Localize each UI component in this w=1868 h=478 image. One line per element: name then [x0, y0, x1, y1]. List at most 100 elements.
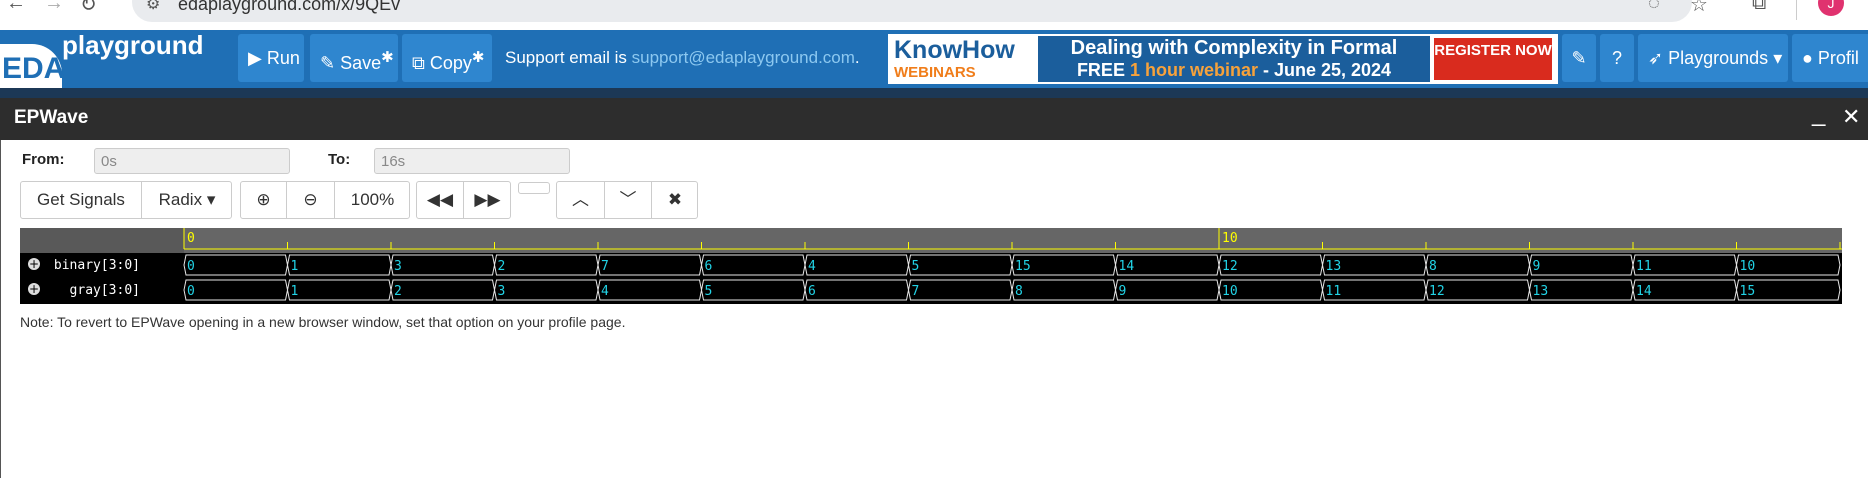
app-header: EDA playground ▶ Run ✎ Save✱ ⧉ Copy✱ Sup…: [0, 30, 1868, 88]
signal-value: 14: [1119, 259, 1135, 274]
support-text: Support email is support@edaplayground.c…: [505, 48, 860, 67]
banner-message: Dealing with Complexity in Formal FREE 1…: [1038, 36, 1430, 82]
signal-value: 10: [1222, 284, 1238, 299]
signal-value: 2: [394, 284, 402, 299]
logo-playground[interactable]: playground: [62, 30, 204, 61]
ruler-corner: [20, 228, 184, 253]
signal-value: 0: [187, 259, 195, 274]
copy-icon: ⧉: [412, 53, 425, 73]
webinar-banner[interactable]: KnowHow WEBINARS Dealing with Complexity…: [888, 34, 1558, 84]
epwave-titlebar: EPWave _ ✕: [0, 98, 1868, 140]
expand-plus-icon: +: [29, 282, 39, 296]
zoom-out-icon[interactable]: ⊖: [287, 182, 335, 218]
zoom-toolbar: ⊕ ⊖ 100%: [240, 181, 410, 219]
signal-name: gray[3:0]: [70, 283, 140, 298]
copy-label: Copy: [429, 53, 472, 73]
get-signals-button[interactable]: Get Signals: [21, 182, 142, 218]
rocket-icon: ➶: [1648, 48, 1664, 68]
logo-eda[interactable]: EDA: [0, 44, 65, 88]
extensions-icon[interactable]: ⧉: [1752, 0, 1766, 15]
divider: [1796, 0, 1797, 20]
zoom-level: 100%: [350, 190, 395, 209]
signal-toolbar: Get Signals Radix ▾: [20, 181, 232, 219]
empty-button[interactable]: [518, 182, 550, 194]
signal-value: 15: [1740, 284, 1756, 299]
browser-bar: ← → ↻ ⚙ edaplayground.com/x/9QEv ◌ ☆ ⧉ J: [0, 0, 1868, 30]
radix-button[interactable]: Radix ▾: [142, 182, 232, 218]
webinars-label: WEBINARS: [894, 64, 976, 81]
chevron-down-icon[interactable]: ﹀: [605, 182, 652, 218]
to-field[interactable]: 16s: [374, 148, 570, 174]
expand-plus-icon: +: [29, 257, 39, 271]
note-text: Note: To revert to EPWave opening in a n…: [20, 314, 626, 330]
close-icon[interactable]: ✕: [1842, 104, 1860, 130]
zoom-in-icon[interactable]: ⊕: [241, 182, 287, 218]
signal-value: 8: [1015, 284, 1023, 299]
profile-button[interactable]: ● Profil: [1792, 34, 1868, 82]
rewind-icon[interactable]: ◀◀: [417, 182, 464, 218]
register-now-button[interactable]: REGISTER NOW: [1434, 38, 1552, 80]
signal-value: 6: [808, 284, 816, 299]
help-icon[interactable]: ?: [1600, 34, 1634, 82]
signal-value: 0: [187, 284, 195, 299]
banner-line1: Dealing with Complexity in Formal: [1070, 37, 1398, 59]
to-label: To:: [328, 151, 351, 168]
signal-value: 8: [1429, 259, 1437, 274]
eye-off-icon[interactable]: ◌: [1648, 0, 1660, 15]
signal-value: 4: [808, 259, 816, 274]
back-icon[interactable]: ←: [6, 0, 26, 15]
signal-value: 3: [498, 284, 506, 299]
signal-value: 14: [1636, 284, 1652, 299]
signal-value: 11: [1636, 259, 1652, 274]
site-settings-icon[interactable]: ⚙: [146, 0, 160, 14]
signal-value: 13: [1533, 284, 1549, 299]
playgrounds-button[interactable]: ➶ Playgrounds ▾: [1638, 34, 1788, 82]
edit-icon[interactable]: ✎: [1562, 34, 1596, 82]
forward-icon[interactable]: →: [44, 0, 64, 15]
asterisk-icon: ✱: [381, 49, 394, 66]
epwave-title: EPWave: [14, 107, 89, 128]
caret-down-icon: ▾: [206, 190, 216, 209]
fast-forward-icon[interactable]: ▶▶: [464, 182, 511, 218]
signal-value: 5: [705, 284, 713, 299]
from-field[interactable]: 0s: [94, 148, 290, 174]
signal-value: 7: [601, 259, 609, 274]
signal-value: 9: [1119, 284, 1127, 299]
support-email-link[interactable]: support@edaplayground.com: [632, 48, 855, 67]
signal-value: 12: [1222, 259, 1238, 274]
signal-name: binary[3:0]: [54, 258, 140, 273]
signal-value: 11: [1326, 284, 1342, 299]
window-border: [0, 140, 1, 478]
from-label: From:: [22, 151, 65, 168]
signal-value: 1: [291, 259, 299, 274]
chevron-up-icon[interactable]: ︿: [557, 182, 605, 218]
delete-icon[interactable]: ✖: [652, 182, 698, 218]
save-button[interactable]: ✎ Save✱: [310, 34, 398, 82]
signal-value: 4: [601, 284, 609, 299]
signal-value: 9: [1533, 259, 1541, 274]
signal-value: 3: [394, 259, 402, 274]
signal-value: 2: [498, 259, 506, 274]
copy-button[interactable]: ⧉ Copy✱: [402, 34, 492, 82]
run-button[interactable]: ▶ Run: [238, 34, 304, 82]
signal-value: 10: [1740, 259, 1756, 274]
header-underlay: [0, 88, 1868, 98]
time-marker-label: 0: [187, 231, 195, 246]
signal-value: 12: [1429, 284, 1445, 299]
play-circle-icon: ▶: [248, 48, 262, 68]
user-icon: ●: [1802, 48, 1813, 68]
save-label: Save: [340, 53, 382, 73]
asterisk-icon: ✱: [471, 49, 485, 66]
reload-icon[interactable]: ↻: [80, 0, 97, 17]
signal-value: 7: [912, 284, 920, 299]
avatar[interactable]: J: [1818, 0, 1844, 16]
pencil-icon: ✎: [320, 53, 336, 73]
waveform-viewer[interactable]: 0 10 + binary[3:0]+ gray[3:0] 0 1 3 2 7 6 4 5 15 14 1…: [20, 228, 1842, 304]
star-icon[interactable]: ☆: [1690, 0, 1708, 17]
knowhow-logo: KnowHow: [894, 36, 1015, 64]
url-text[interactable]: edaplayground.com/x/9QEv: [178, 0, 400, 15]
nav-toolbar: ◀◀ ▶▶: [416, 181, 511, 219]
banner-line2: FREE 1 hour webinar - June 25, 2024: [1076, 60, 1392, 80]
signal-value: 6: [705, 259, 713, 274]
minimize-icon[interactable]: _: [1812, 100, 1825, 128]
